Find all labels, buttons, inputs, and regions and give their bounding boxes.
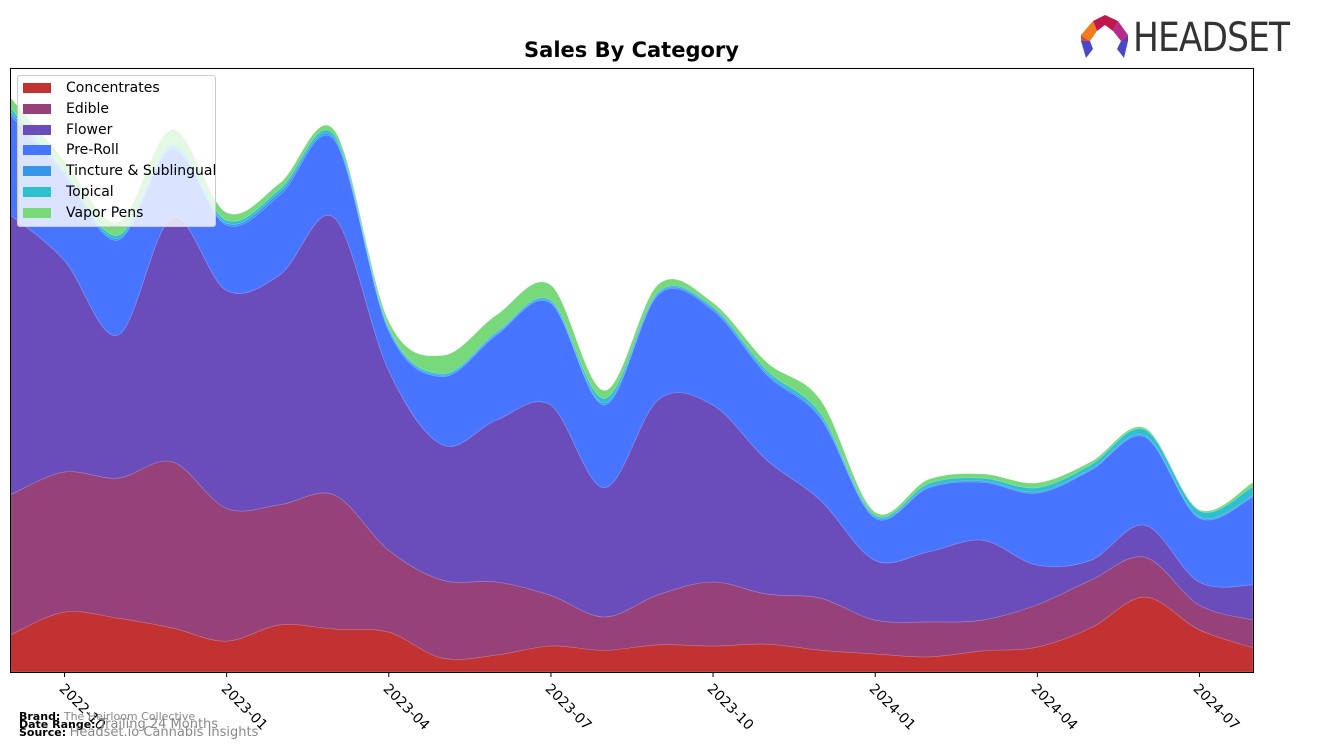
legend-label: Edible: [66, 100, 110, 117]
legend-swatch: [23, 83, 51, 93]
footer-source: Source: Headset.io Cannabis Insights: [19, 725, 259, 740]
legend-label: Flower: [66, 121, 113, 138]
legend-label: Topical: [66, 184, 114, 200]
legend-item: Tincture & Sublingual: [23, 161, 216, 181]
legend-item: Topical: [23, 182, 114, 202]
legend-label: Concentrates: [66, 80, 160, 96]
legend-item: Concentrates: [23, 78, 160, 98]
legend-label: Tincture & Sublingual: [66, 163, 217, 180]
legend-label: Vapor Pens: [66, 204, 144, 221]
legend-swatch: [23, 207, 51, 218]
legend-swatch: [23, 145, 51, 156]
legend-item: Edible: [23, 99, 109, 119]
legend-swatch: [23, 124, 51, 135]
legend-swatch: [23, 103, 51, 114]
legend-swatch: [23, 187, 51, 197]
legend-item: Pre-Roll: [23, 140, 119, 160]
legend-swatch: [23, 166, 51, 177]
legend-item: Flower: [23, 120, 112, 140]
source-label: Source:: [19, 726, 67, 739]
source-value: Headset.io Cannabis Insights: [69, 725, 259, 740]
legend-item: Vapor Pens: [23, 203, 143, 223]
chart-legend: Concentrates Edible Flower Pre-Roll Tincture…: [17, 75, 216, 227]
legend-label: Pre-Roll: [66, 142, 119, 159]
